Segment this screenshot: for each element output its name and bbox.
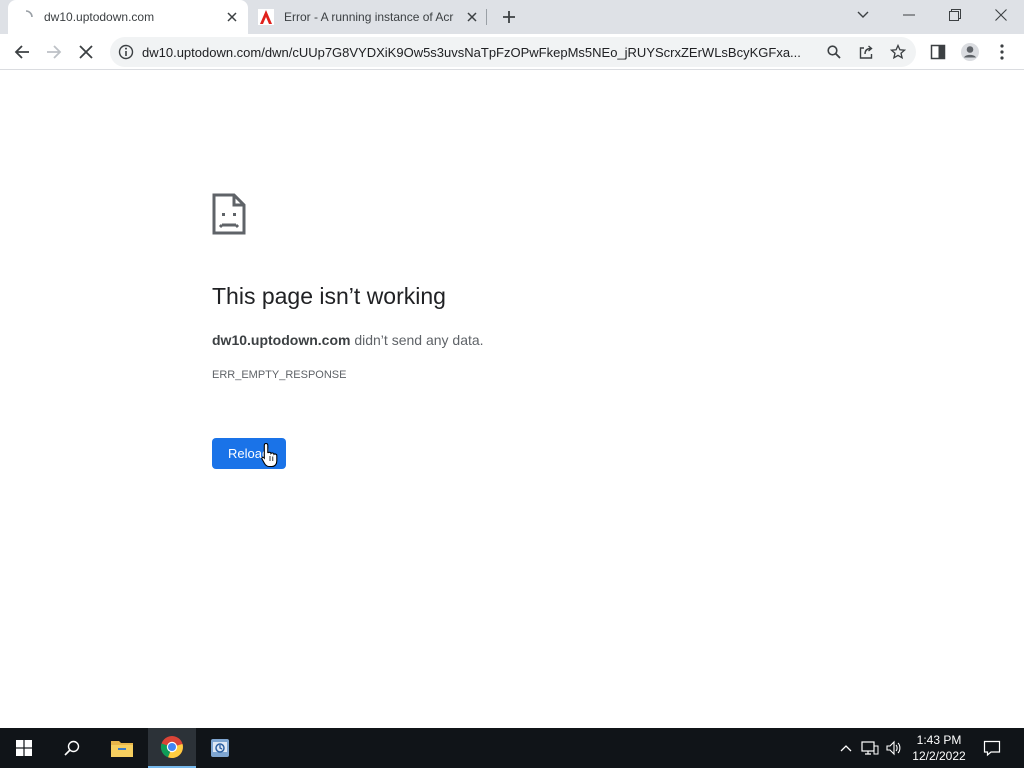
loading-favicon-icon [18, 9, 34, 25]
adobe-acrobat-icon [258, 9, 274, 25]
tab-strip: dw10.uptodown.com Error - A running inst… [0, 0, 1024, 34]
chrome-taskbar-icon[interactable] [148, 728, 196, 768]
minimize-icon[interactable] [886, 0, 932, 30]
address-bar[interactable]: dw10.uptodown.com/dwn/cUUp7G8VYDXiK9Ow5s… [110, 37, 916, 67]
installer-app-icon[interactable] [196, 728, 244, 768]
error-message: didn’t send any data. [350, 332, 484, 348]
tab-title: Error - A running instance of Acr [284, 10, 454, 24]
hand-cursor-icon [261, 442, 279, 468]
error-host: dw10.uptodown.com [212, 332, 351, 348]
chevron-up-icon[interactable] [836, 738, 856, 758]
error-page: This page isn’t working dw10.uptodown.co… [0, 71, 1024, 728]
menu-kebab-icon[interactable] [988, 38, 1016, 66]
system-clock[interactable]: 1:43 PM 12/2/2022 [906, 732, 972, 764]
clock-date: 12/2/2022 [912, 749, 966, 763]
volume-icon[interactable] [884, 738, 904, 758]
new-tab-icon[interactable] [498, 6, 520, 28]
restore-icon[interactable] [932, 0, 978, 30]
page-title: This page isn’t working [212, 283, 446, 309]
windows-start-icon[interactable] [0, 728, 48, 768]
sad-page-icon [212, 193, 246, 235]
tab-adobe-error[interactable]: Error - A running instance of Acr [252, 0, 488, 34]
search-icon[interactable] [824, 42, 844, 62]
browser-toolbar: dw10.uptodown.com/dwn/cUUp7G8VYDXiK9Ow5s… [0, 34, 1024, 70]
tab-close-icon[interactable] [224, 9, 240, 25]
forward-arrow-icon[interactable] [40, 38, 68, 66]
clock-time: 1:43 PM [916, 733, 962, 747]
site-info-icon[interactable] [118, 44, 134, 60]
notification-icon[interactable] [982, 738, 1002, 758]
error-code: ERR_EMPTY_RESPONSE [212, 369, 347, 381]
tab-uptodown[interactable]: dw10.uptodown.com [8, 0, 248, 34]
error-description: dw10.uptodown.com didn’t send any data. [212, 332, 484, 348]
tab-separator [486, 9, 487, 25]
stop-loading-icon[interactable] [72, 38, 100, 66]
back-arrow-icon[interactable] [8, 38, 36, 66]
windows-taskbar: 1:43 PM 12/2/2022 [0, 728, 1024, 768]
bookmark-star-icon[interactable] [888, 42, 908, 62]
network-icon[interactable] [860, 738, 880, 758]
side-panel-icon[interactable] [924, 38, 952, 66]
tab-close-icon[interactable] [464, 9, 480, 25]
close-window-icon[interactable] [978, 0, 1024, 30]
profile-avatar-icon[interactable] [956, 38, 984, 66]
share-icon[interactable] [856, 42, 876, 62]
tab-title: dw10.uptodown.com [44, 10, 155, 24]
tab-search-icon[interactable] [840, 0, 886, 30]
url-text[interactable]: dw10.uptodown.com/dwn/cUUp7G8VYDXiK9Ow5s… [142, 45, 820, 60]
search-icon[interactable] [48, 728, 96, 768]
file-explorer-icon[interactable] [98, 728, 146, 768]
